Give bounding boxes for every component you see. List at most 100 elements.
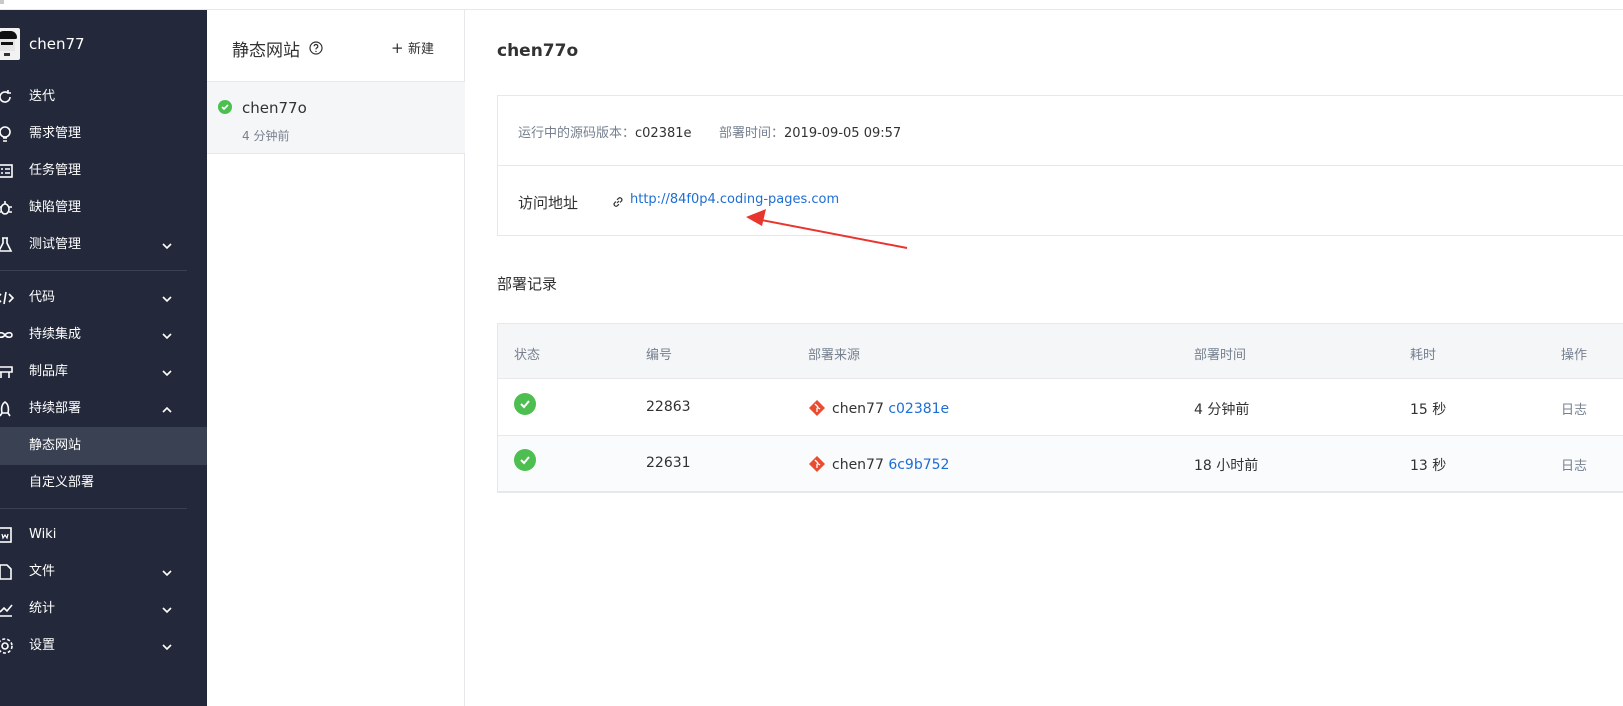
deploy-source: chen77 c02381e <box>808 399 949 417</box>
sidebar-item-label: 静态网站 <box>29 438 82 453</box>
log-link[interactable]: 日志 <box>1561 455 1587 474</box>
avatar[interactable] <box>0 28 20 60</box>
deploy-time-value: 2019-09-05 09:57 <box>784 126 902 141</box>
source-commit-link[interactable]: c02381e <box>888 401 949 417</box>
deploy-records-table: 状态 编号 部署来源 部署时间 耗时 操作 22863 chen77 c0238… <box>497 323 1623 493</box>
sidebar-item-deploy[interactable]: 持续部署 <box>0 390 207 428</box>
col-status: 状态 <box>514 348 541 363</box>
main-content: chen77o 运行中的源码版本：c02381e 部署时间：2019-09-05… <box>466 10 1623 706</box>
bulb-icon <box>0 125 14 143</box>
sidebar-item-settings[interactable]: 设置 <box>0 627 207 665</box>
sidebar-item-static-site[interactable]: 静态网站 <box>0 427 207 465</box>
sidebar-item-label: 设置 <box>29 638 56 653</box>
sidebar-item-ci[interactable]: 持续集成 <box>0 316 207 354</box>
sidebar-item-label: 文件 <box>29 564 56 579</box>
sidebar-item-label: 缺陷管理 <box>29 200 82 215</box>
sidebar-item-label: 测试管理 <box>29 237 82 252</box>
sidebar-item-label: 迭代 <box>29 89 56 104</box>
chevron-down-icon[interactable] <box>160 238 174 252</box>
sidebar-item-tasks[interactable]: 任务管理 <box>0 152 207 190</box>
deploy-time: 4 分钟前 <box>1194 402 1250 418</box>
help-icon[interactable] <box>309 40 323 55</box>
col-duration: 耗时 <box>1410 348 1437 363</box>
sidebar-item-testing[interactable]: 测试管理 <box>0 226 207 264</box>
top-corner-mark <box>0 0 4 4</box>
sidebar-item-label: 需求管理 <box>29 126 82 141</box>
source-commit-link[interactable]: 6c9b752 <box>888 457 949 473</box>
sidebar-item-stats[interactable]: 统计 <box>0 590 207 628</box>
chevron-up-icon[interactable] <box>160 402 174 416</box>
sidebar-divider <box>0 270 187 271</box>
sidebar-item-label: 代码 <box>29 290 56 305</box>
sidebar-item-label: 制品库 <box>29 364 69 379</box>
file-icon <box>0 563 14 581</box>
code-icon <box>0 289 15 307</box>
chevron-down-icon[interactable] <box>160 602 174 616</box>
success-check-icon <box>218 100 232 114</box>
site-info-box: 运行中的源码版本：c02381e 部署时间：2019-09-05 09:57 访… <box>497 95 1623 236</box>
deploy-source: chen77 6c9b752 <box>808 455 949 473</box>
top-strip <box>0 0 1623 10</box>
access-url-label: 访问地址 <box>518 194 579 212</box>
site-updated-time: 4 分钟前 <box>242 129 290 143</box>
package-icon <box>0 363 14 381</box>
source-user: chen77 <box>832 457 884 473</box>
project-name[interactable]: chen77 <box>29 35 85 53</box>
panel-title: 静态网站 <box>232 41 300 61</box>
sidebar-item-label: 持续部署 <box>29 401 82 416</box>
table-row: 22863 chen77 c02381e 4 分钟前 15 秒 日志 <box>498 380 1623 436</box>
sidebar-item-iteration[interactable]: 迭代 <box>0 78 207 116</box>
deploy-duration: 13 秒 <box>1410 458 1447 474</box>
rocket-icon <box>0 400 14 418</box>
chevron-down-icon[interactable] <box>160 291 174 305</box>
sidebar-item-label: 任务管理 <box>29 163 82 178</box>
col-id: 编号 <box>646 348 673 363</box>
site-list-item[interactable]: chen77o 4 分钟前 <box>207 82 465 154</box>
log-link[interactable]: 日志 <box>1561 399 1587 418</box>
wiki-icon <box>0 526 14 544</box>
deploy-duration: 15 秒 <box>1410 402 1447 418</box>
git-icon <box>808 455 826 473</box>
sidebar-item-label: Wiki <box>29 527 57 542</box>
deploy-time: 部署时间：2019-09-05 09:57 <box>719 122 901 141</box>
page-title: chen77o <box>497 41 579 61</box>
chevron-down-icon[interactable] <box>160 365 174 379</box>
plus-icon: + <box>391 39 404 57</box>
col-actions: 操作 <box>1561 348 1588 363</box>
sidebar-item-custom-deploy[interactable]: 自定义部署 <box>0 464 207 502</box>
project-header[interactable]: chen77 <box>0 28 207 62</box>
sidebar-item-files[interactable]: 文件 <box>0 553 207 591</box>
git-icon <box>808 399 826 417</box>
sidebar-item-requirements[interactable]: 需求管理 <box>0 115 207 153</box>
infinity-icon <box>0 326 14 344</box>
col-source: 部署来源 <box>808 348 861 363</box>
chevron-down-icon[interactable] <box>160 328 174 342</box>
sidebar-item-label: 持续集成 <box>29 327 82 342</box>
chart-icon <box>0 600 14 618</box>
chevron-down-icon[interactable] <box>160 639 174 653</box>
sidebar-item-code[interactable]: 代码 <box>0 279 207 317</box>
deploy-time-label: 部署时间： <box>719 126 785 141</box>
new-site-button[interactable]: + 新建 <box>391 38 434 57</box>
bug-icon <box>0 199 14 217</box>
source-user: chen77 <box>832 401 884 417</box>
deploy-id: 22863 <box>646 399 691 415</box>
table-header: 状态 编号 部署来源 部署时间 耗时 操作 <box>498 324 1623 379</box>
new-label: 新建 <box>408 42 435 57</box>
col-time: 部署时间 <box>1194 348 1247 363</box>
task-list-icon <box>0 162 14 180</box>
deploy-records-title: 部署记录 <box>497 275 558 293</box>
deploy-info-row: 运行中的源码版本：c02381e 部署时间：2019-09-05 09:57 <box>498 96 1623 166</box>
iteration-icon <box>0 88 14 106</box>
gear-icon <box>0 637 14 655</box>
access-url-row: 访问地址 http://84f0p4.coding-pages.com <box>498 167 1623 237</box>
access-url-link[interactable]: http://84f0p4.coding-pages.com <box>630 192 839 207</box>
panel-header: 静态网站 + 新建 <box>207 10 465 82</box>
site-name: chen77o <box>242 99 307 117</box>
chevron-down-icon[interactable] <box>160 565 174 579</box>
sidebar-item-defects[interactable]: 缺陷管理 <box>0 189 207 227</box>
sidebar-item-label: 自定义部署 <box>29 475 95 490</box>
sidebar-item-artifacts[interactable]: 制品库 <box>0 353 207 391</box>
sidebar-item-wiki[interactable]: Wiki <box>0 516 207 554</box>
deploy-id: 22631 <box>646 455 691 471</box>
